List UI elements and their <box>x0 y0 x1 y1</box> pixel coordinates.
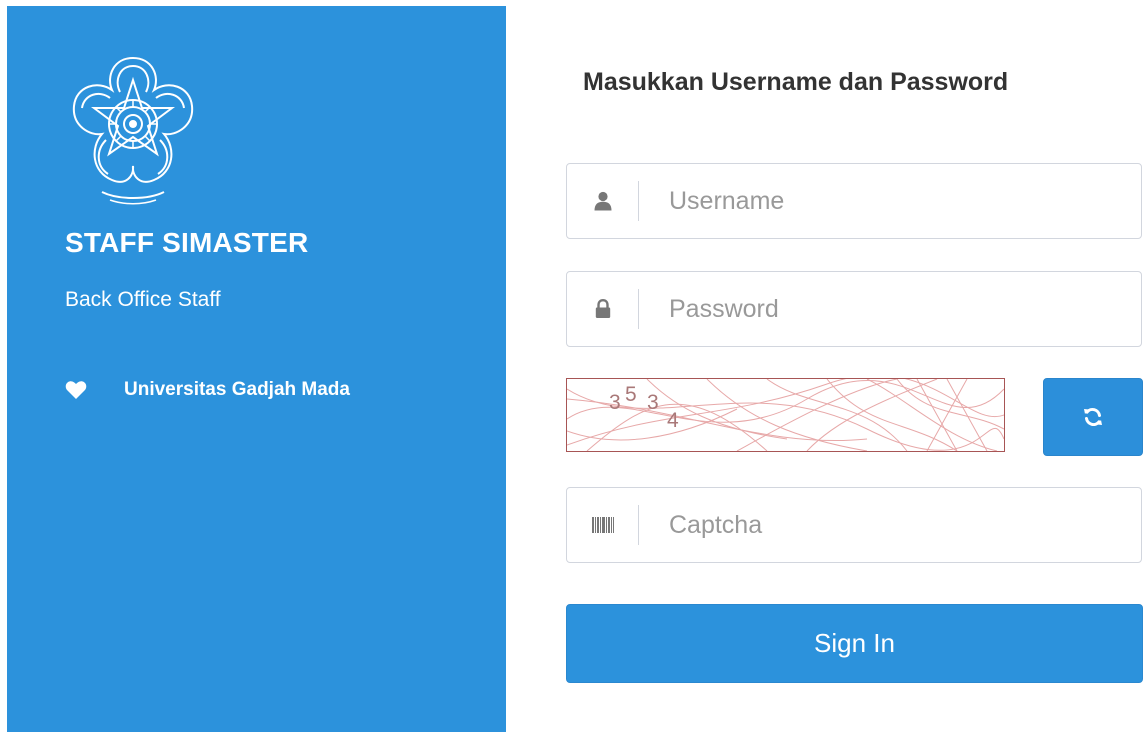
brand-panel: STAFF SIMASTER Back Office Staff Univers… <box>7 6 506 732</box>
refresh-icon <box>1084 407 1102 427</box>
username-input[interactable] <box>639 164 1141 238</box>
svg-text:4: 4 <box>667 409 679 432</box>
login-form-title: Masukkan Username dan Password <box>583 68 1009 96</box>
app-subtitle: Back Office Staff <box>65 288 221 311</box>
refresh-captcha-button[interactable] <box>1043 378 1143 456</box>
password-addon <box>567 289 639 329</box>
heart-icon <box>65 381 87 399</box>
sign-in-button[interactable]: Sign In <box>566 604 1143 683</box>
svg-text:5: 5 <box>625 383 637 406</box>
svg-text:3: 3 <box>647 391 659 414</box>
username-addon <box>567 181 639 221</box>
lock-icon <box>595 299 610 318</box>
university-link: Universitas Gadjah Mada <box>65 379 350 401</box>
username-field-group <box>566 163 1142 239</box>
captcha-addon <box>567 505 639 545</box>
app-title: STAFF SIMASTER <box>65 227 309 258</box>
password-input[interactable] <box>639 272 1141 346</box>
university-name: Universitas Gadjah Mada <box>124 379 350 400</box>
captcha-image: 3 5 3 4 <box>566 378 1005 452</box>
barcode-icon <box>591 517 614 533</box>
user-icon <box>594 191 611 211</box>
svg-text:3: 3 <box>609 391 621 414</box>
university-logo-icon <box>72 56 194 205</box>
captcha-field-group <box>566 487 1142 563</box>
captcha-noise: 3 5 3 4 <box>567 379 1004 451</box>
password-field-group <box>566 271 1142 347</box>
captcha-input[interactable] <box>639 488 1141 562</box>
